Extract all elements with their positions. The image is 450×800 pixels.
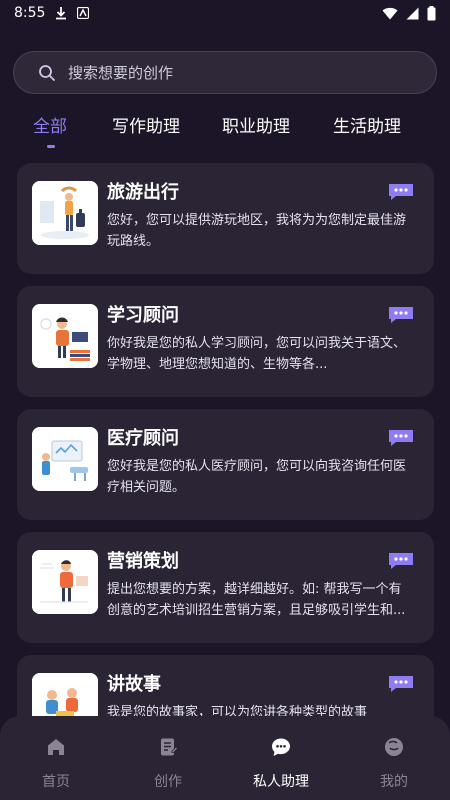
chat-icon[interactable]	[387, 304, 415, 326]
medical-illustration-icon	[32, 427, 98, 491]
profile-icon	[383, 736, 405, 762]
card-description: 您好，您可以提供游玩地区，我将为为您制定最佳游玩路线。	[107, 213, 407, 249]
nav-create[interactable]: 创作	[112, 716, 224, 800]
bottom-navigation: 首页 创作 私人助理 我的	[0, 716, 450, 800]
nav-label: 创作	[154, 774, 182, 790]
chat-icon[interactable]	[387, 550, 415, 572]
card-title: 讲故事	[107, 674, 161, 695]
document-edit-icon	[157, 736, 179, 762]
wifi-icon	[382, 7, 398, 20]
tab-life-assistant[interactable]: 生活助理	[333, 112, 401, 142]
nav-label: 首页	[42, 774, 70, 790]
signal-icon	[406, 7, 419, 20]
card-description: 提出您想要的方案，越详细越好。如: 帮我写一个有创意的艺术培训招生营销方案，且足…	[107, 582, 406, 618]
search-icon	[38, 64, 56, 82]
tab-writing-assistant[interactable]: 写作助理	[112, 112, 180, 142]
chat-icon[interactable]	[387, 427, 415, 449]
search-input[interactable]: 搜索想要的创作	[68, 62, 173, 83]
travel-illustration-icon	[32, 181, 98, 245]
nav-label: 私人助理	[253, 774, 309, 790]
home-icon	[45, 736, 67, 762]
card-title: 旅游出行	[107, 182, 179, 203]
card-title: 医疗顾问	[107, 428, 179, 449]
app-notification-icon	[77, 7, 90, 19]
battery-icon	[427, 5, 436, 21]
chat-icon[interactable]	[387, 673, 415, 695]
marketing-illustration-icon	[32, 550, 98, 614]
card-title: 学习顾问	[107, 305, 179, 326]
nav-label: 我的	[380, 774, 408, 790]
study-illustration-icon	[32, 304, 98, 368]
assistant-card-travel[interactable]: 旅游出行 您好，您可以提供游玩地区，我将为为您制定最佳游玩路线。	[17, 163, 434, 274]
chat-bubble-icon	[270, 736, 292, 762]
chat-icon[interactable]	[387, 181, 415, 203]
card-description: 您好我是您的私人医疗顾问，您可以向我咨询任何医疗相关问题。	[107, 459, 407, 495]
status-time: 8:55	[14, 5, 46, 21]
nav-home[interactable]: 首页	[0, 716, 112, 800]
card-description: 你好我是您的私人学习顾问，您可以问我关于语文、学物理、地理您想知道的、生物等各.…	[107, 336, 407, 372]
nav-profile[interactable]: 我的	[338, 716, 450, 800]
assistant-card-study[interactable]: 学习顾问 你好我是您的私人学习顾问，您可以问我关于语文、学物理、地理您想知道的、…	[17, 286, 434, 397]
assistant-card-marketing[interactable]: 营销策划 提出您想要的方案，越详细越好。如: 帮我写一个有创意的艺术培训招生营销…	[17, 532, 434, 643]
assistant-card-medical[interactable]: 医疗顾问 您好我是您的私人医疗顾问，您可以向我咨询任何医疗相关问题。	[17, 409, 434, 520]
search-bar[interactable]: 搜索想要的创作	[13, 51, 437, 94]
download-icon	[55, 6, 67, 20]
nav-personal-assistant[interactable]: 私人助理	[225, 716, 337, 800]
status-bar: 8:55	[0, 0, 450, 26]
tab-career-assistant[interactable]: 职业助理	[222, 112, 290, 142]
tab-all[interactable]: 全部	[33, 112, 67, 142]
active-tab-indicator	[47, 145, 55, 148]
card-title: 营销策划	[107, 551, 179, 572]
category-tabs: 全部 写作助理 职业助理 生活助理	[0, 112, 450, 152]
